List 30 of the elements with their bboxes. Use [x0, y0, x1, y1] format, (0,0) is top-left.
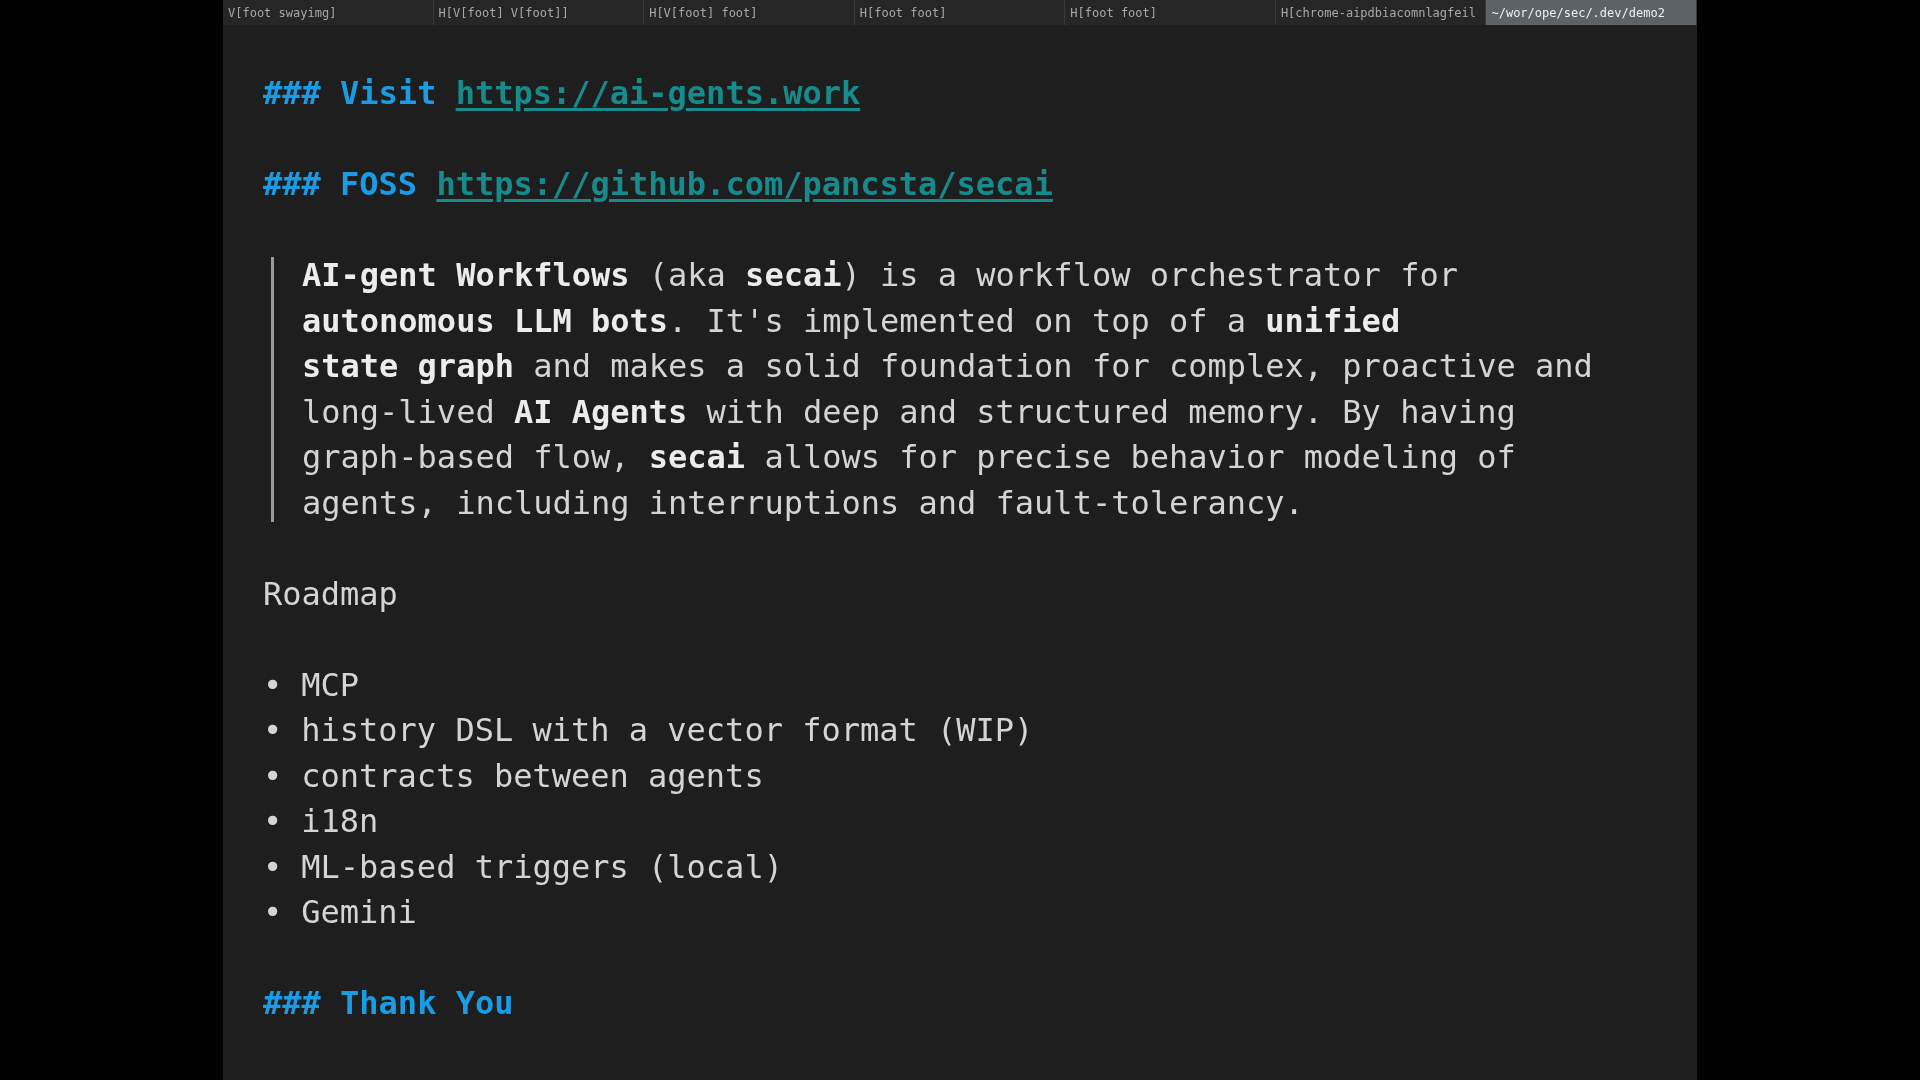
tab[interactable]: ~/wor/ope/sec/.dev/demo2 [1486, 0, 1698, 25]
tab[interactable]: H[V[foot] foot] [644, 0, 855, 25]
quote-line: AI-gent Workflows (aka secai) is a workflow orchestrator for [302, 255, 1459, 296]
roadmap-item: history DSL with a vector format (WIP) [301, 710, 1034, 751]
link[interactable]: https://github.com/pancsta/secai [436, 162, 1053, 208]
section-label: Roadmap [263, 573, 398, 615]
heading-text: ### FOSS [263, 164, 418, 205]
heading-text: ### Visit [263, 73, 437, 114]
quote-line: long-lived AI Agents with deep and structured memory. By having [302, 391, 1517, 433]
bullet-icon: • [263, 844, 283, 890]
tab[interactable]: V[foot swayimg] [223, 0, 434, 25]
bullet-icon: • [263, 662, 283, 708]
quote-line: graph-based flow, secai allows for precise behavior modeling of [302, 437, 1517, 478]
roadmap-item: MCP [301, 664, 360, 706]
bullet-icon: • [263, 890, 283, 936]
roadmap-item: i18n [301, 801, 379, 842]
roadmap-item: Gemini [301, 892, 417, 933]
bullet-icon: • [263, 708, 283, 754]
quote-line: autonomous LLM bots. It's implemented on top of a unified [302, 300, 1402, 342]
tab[interactable]: H[foot foot] [1065, 0, 1276, 25]
roadmap-item: contracts between agents [301, 755, 764, 797]
link[interactable]: https://ai-gents.work [455, 71, 861, 117]
quote-line: state graph and makes a solid foundation for complex, proactive and [302, 346, 1593, 387]
tab[interactable]: H[V[foot] V[foot]] [433, 0, 645, 25]
tab[interactable]: H[foot foot] [854, 0, 1066, 25]
bullet-icon: • [263, 799, 283, 845]
quote-line: agents, including interruptions and fault-tolerancy. [302, 482, 1305, 524]
heading-text: ### Thank You [263, 983, 514, 1024]
bullet-icon: • [263, 753, 283, 799]
roadmap-item: ML-based triggers (local) [301, 846, 783, 888]
